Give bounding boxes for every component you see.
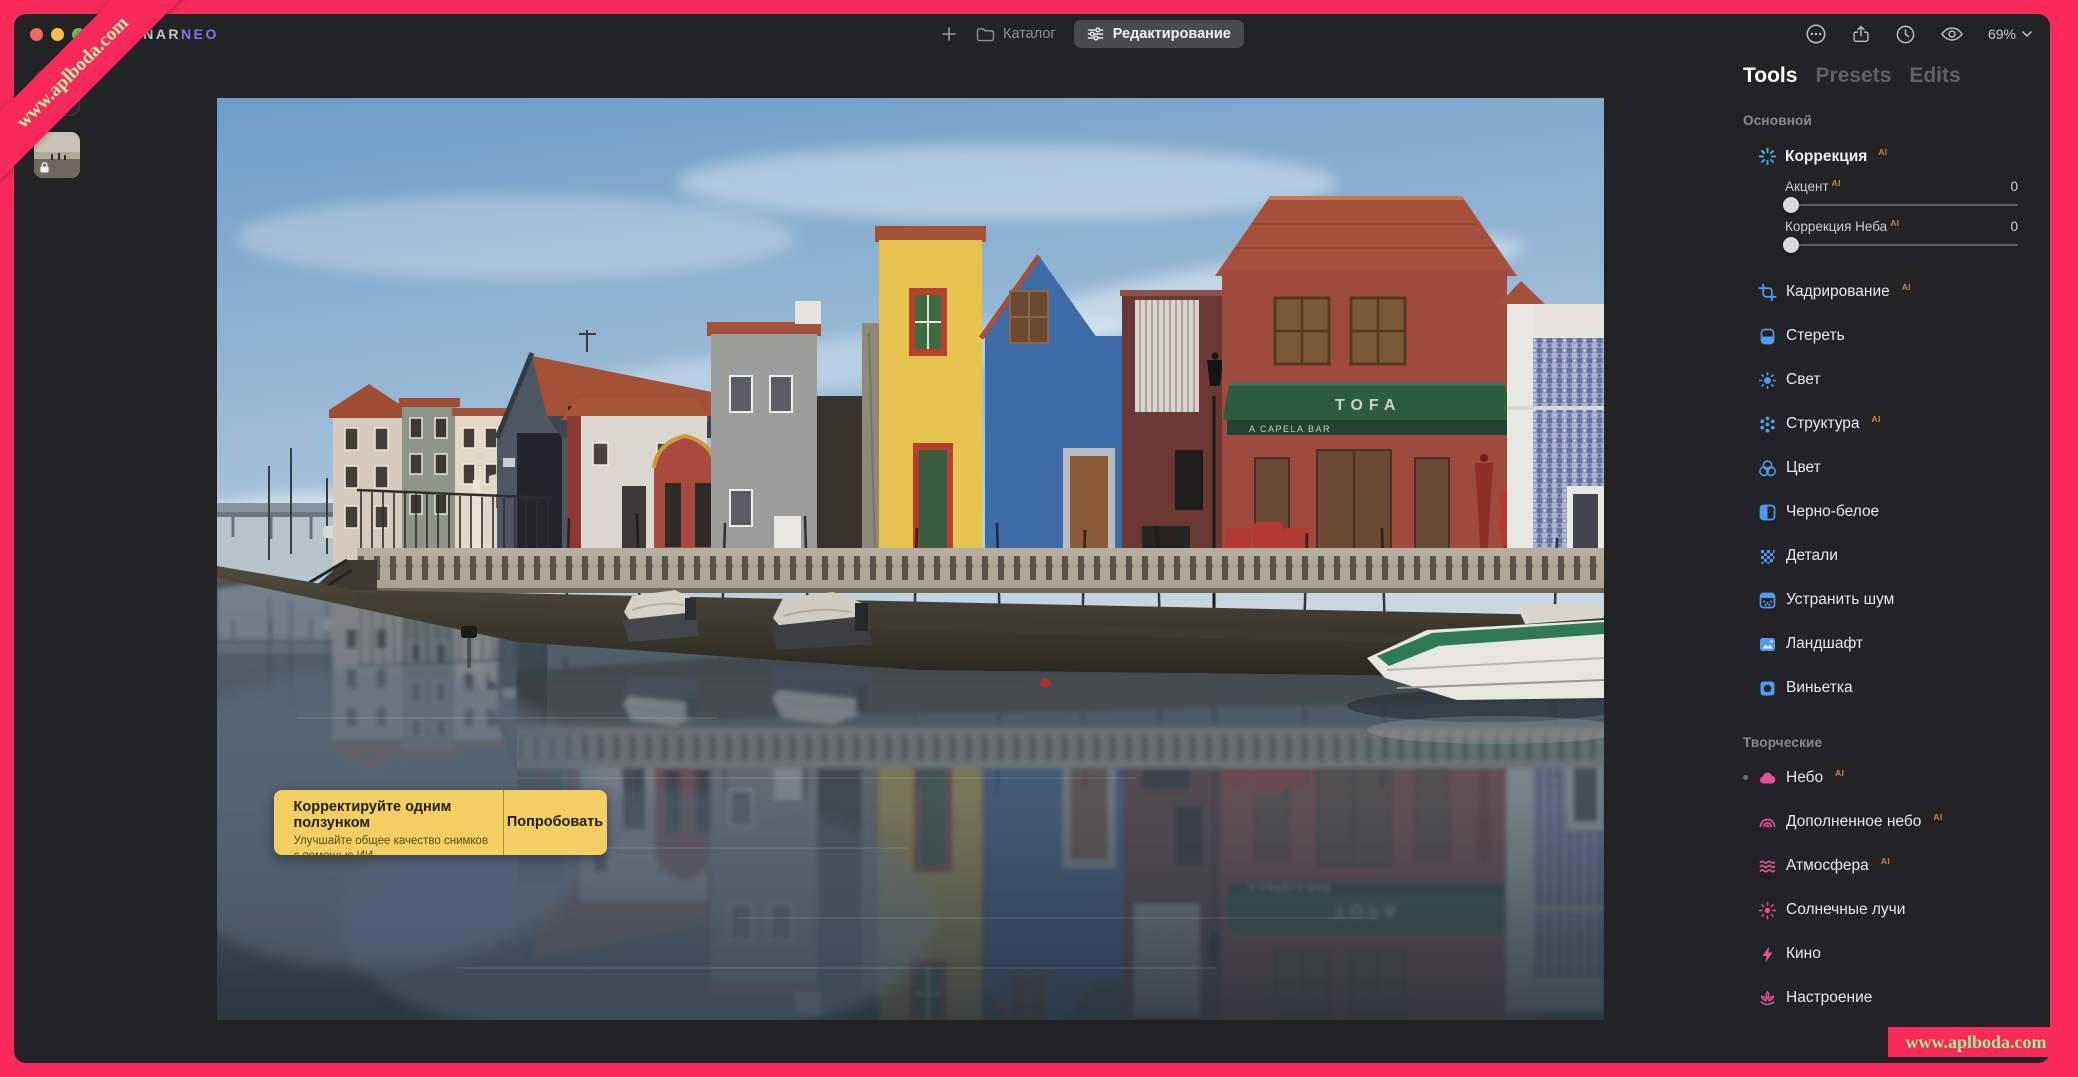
- tool-correction[interactable]: Коррекция AI: [1743, 147, 2018, 166]
- tool-structure[interactable]: СтруктураAI: [1743, 402, 2018, 446]
- cinema-bolt-icon: [1758, 945, 1777, 964]
- tooltip-subtitle: Улучшайте общее качество снимковс помощь…: [294, 834, 491, 865]
- mood-lotus-icon: [1758, 989, 1777, 1008]
- tab-presets[interactable]: Presets: [1815, 64, 1891, 88]
- tab-tools[interactable]: Tools: [1743, 64, 1797, 88]
- panel-tabs: Tools Presets Edits: [1743, 64, 2018, 88]
- tab-editing[interactable]: Редактирование: [1074, 20, 1244, 48]
- section-creative: Творческие: [1743, 735, 2018, 750]
- tool-mood[interactable]: Настроение: [1743, 976, 2018, 1020]
- accent-slider-thumb[interactable]: [1783, 197, 1799, 213]
- eraser-icon: [1758, 327, 1777, 346]
- ai-badge: AI: [1832, 178, 1841, 188]
- accent-slider[interactable]: [1785, 204, 2018, 206]
- tool-label: Коррекция: [1785, 148, 1867, 166]
- edit-panel: Tools Presets Edits Основной Коррекция A…: [1720, 54, 2050, 1063]
- watermark-badge: www.aplboda.com: [1888, 1027, 2064, 1057]
- accent-slider-row: Акцент AI 0: [1785, 179, 2018, 206]
- slider-value: 0: [2010, 219, 2018, 234]
- svg-text:TOFA: TOFA: [1335, 397, 1401, 414]
- details-checker-icon: [1758, 547, 1777, 566]
- zoom-level-control[interactable]: 69%: [1988, 26, 2032, 42]
- lock-icon: [39, 161, 50, 174]
- landscape-icon: [1758, 635, 1777, 654]
- sky-correction-slider[interactable]: [1785, 244, 2018, 246]
- structure-dots-icon: [1758, 415, 1777, 434]
- color-circles-icon: [1758, 459, 1777, 478]
- slider-label: Коррекция Неба: [1785, 219, 1887, 234]
- photo-canvas[interactable]: TOFA A CAPELA BAR: [217, 98, 1604, 1020]
- editor-workspace: TOFA A CAPELA BAR: [100, 54, 1720, 1063]
- zoom-level-value: 69%: [1988, 26, 2016, 42]
- slider-value: 0: [2010, 179, 2018, 194]
- share-export-icon[interactable]: [1851, 23, 1871, 45]
- canvas-photo-aveiro: TOFA A CAPELA BAR: [217, 98, 1604, 1020]
- tool-atmosphere[interactable]: АтмосфераAI: [1743, 844, 2018, 888]
- sparkle-icon: [1758, 147, 1777, 166]
- tool-sunrays[interactable]: Солнечные лучи: [1743, 888, 2018, 932]
- onboarding-tooltip: Корректируйте одним ползунком Улучшайте …: [274, 790, 607, 855]
- sky-correction-slider-thumb[interactable]: [1783, 237, 1799, 253]
- light-sun-icon: [1758, 371, 1777, 390]
- black-white-icon: [1758, 503, 1777, 522]
- tooltip-try-button[interactable]: Попробовать: [503, 790, 607, 855]
- tool-color[interactable]: Цвет: [1743, 446, 2018, 490]
- slider-label: Акцент: [1785, 179, 1829, 194]
- tool-erase[interactable]: Стереть: [1743, 314, 2018, 358]
- ai-badge: AI: [1890, 218, 1899, 228]
- edited-indicator-dot: [1743, 775, 1748, 780]
- screenshot-frame: LUMINARNEO Каталог Редактирование: [0, 0, 2078, 1077]
- tool-sky[interactable]: НебоAI: [1743, 756, 2018, 800]
- sky-cloud-icon: [1758, 769, 1777, 788]
- tab-editing-label: Редактирование: [1113, 26, 1231, 42]
- tool-black-white[interactable]: Черно-белое: [1743, 490, 2018, 534]
- close-window-button[interactable]: [30, 28, 43, 41]
- svg-text:A CAPELA BAR: A CAPELA BAR: [1249, 424, 1331, 434]
- tool-denoise[interactable]: Устранить шум: [1743, 578, 2018, 622]
- chevron-down-icon: [2022, 31, 2032, 37]
- preview-eye-icon[interactable]: [1940, 26, 1964, 42]
- tool-list: КадрированиеAI Стереть Свет СтруктураAI: [1743, 270, 2018, 710]
- app-window: LUMINARNEO Каталог Редактирование: [14, 14, 2050, 1063]
- folder-icon: [976, 27, 995, 42]
- plus-icon: [941, 26, 957, 42]
- sliders-icon: [1087, 27, 1104, 41]
- tooltip-title: Корректируйте одним ползунком: [294, 799, 491, 831]
- more-options-icon[interactable]: [1805, 23, 1827, 45]
- add-photos-button[interactable]: [940, 25, 958, 43]
- tool-vignette[interactable]: Виньетка: [1743, 666, 2018, 710]
- sky-correction-slider-row: Коррекция Неба AI 0: [1785, 219, 2018, 246]
- creative-tool-list: НебоAI Дополненное небоAI АтмосфераAI Со…: [1743, 756, 2018, 1020]
- augmented-sky-icon: [1758, 813, 1777, 832]
- tab-edits[interactable]: Edits: [1909, 64, 1960, 88]
- tab-catalog-label: Каталог: [1003, 26, 1056, 42]
- minimize-window-button[interactable]: [51, 28, 64, 41]
- section-essentials: Основной: [1743, 113, 2018, 128]
- history-clock-icon[interactable]: [1895, 24, 1916, 45]
- tool-cinema[interactable]: Кино: [1743, 932, 2018, 976]
- crop-icon: [1758, 283, 1777, 302]
- ai-badge: AI: [1878, 147, 1887, 157]
- tool-light[interactable]: Свет: [1743, 358, 2018, 402]
- tab-catalog[interactable]: Каталог: [976, 26, 1056, 42]
- tool-details[interactable]: Детали: [1743, 534, 2018, 578]
- vignette-icon: [1758, 679, 1777, 698]
- atmosphere-waves-icon: [1758, 857, 1777, 876]
- tool-crop[interactable]: КадрированиеAI: [1743, 270, 2018, 314]
- tool-augmented-sky[interactable]: Дополненное небоAI: [1743, 800, 2018, 844]
- correction-sliders: Акцент AI 0 Коррекция Неба AI 0: [1785, 179, 2018, 246]
- titlebar: LUMINARNEO Каталог Редактирование: [14, 14, 2050, 54]
- filmstrip-rail: [14, 54, 100, 1063]
- tool-landscape[interactable]: Ландшафт: [1743, 622, 2018, 666]
- denoise-icon: [1758, 591, 1777, 610]
- sun-rays-icon: [1758, 901, 1777, 920]
